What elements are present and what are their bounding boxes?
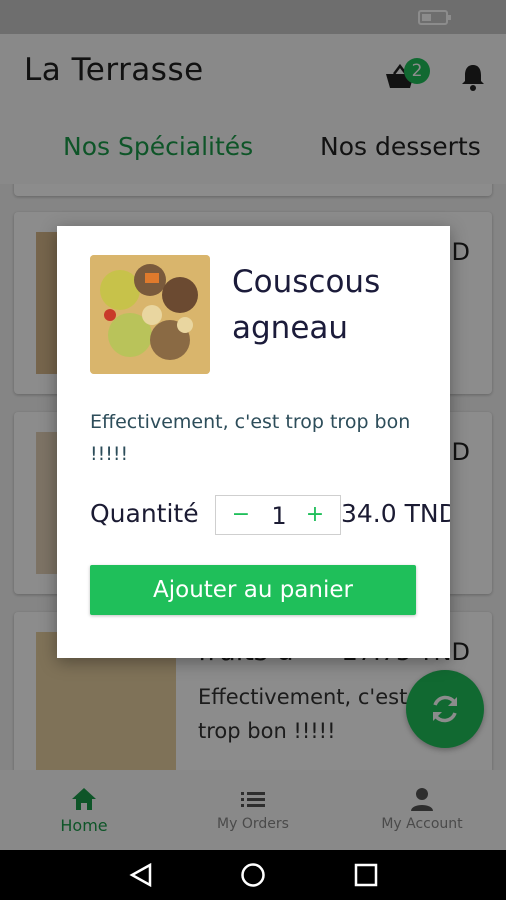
home-circle-icon[interactable] xyxy=(240,862,266,888)
system-navigation-bar xyxy=(0,850,506,900)
dish-description: Effectivement, c'est trop trop bon !!!!! xyxy=(90,411,411,465)
increase-quantity-button[interactable]: + xyxy=(300,500,330,530)
add-to-cart-dialog: Couscous agneau Effectivement, c'est tro… xyxy=(57,226,450,658)
dish-name: Couscous agneau xyxy=(232,264,381,346)
dish-image xyxy=(90,255,210,374)
decrease-quantity-button[interactable]: − xyxy=(226,500,256,530)
recents-icon[interactable] xyxy=(354,863,378,887)
total-price: 34.0 TND xyxy=(341,499,450,528)
quantity-label: Quantité xyxy=(90,499,199,528)
quantity-value[interactable]: 1 xyxy=(256,502,302,530)
add-to-cart-button[interactable]: Ajouter au panier xyxy=(90,565,416,615)
back-icon[interactable] xyxy=(128,863,154,887)
quantity-stepper: − 1 + xyxy=(215,495,341,535)
